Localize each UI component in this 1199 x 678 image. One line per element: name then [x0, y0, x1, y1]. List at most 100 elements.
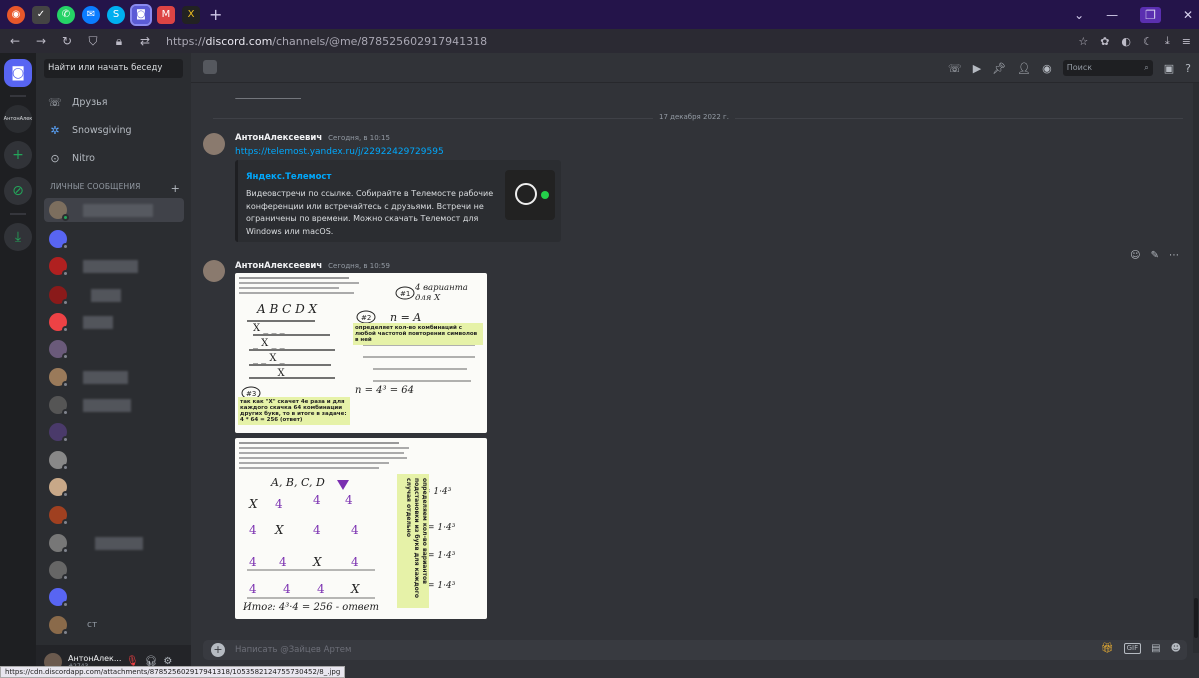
- image-attachment[interactable]: A B C D X X _ _ _ _ X _ _ _ _ X _ _ _ _ …: [235, 273, 487, 433]
- download-apps-icon[interactable]: ⤓: [4, 223, 32, 251]
- dm-item[interactable]: [44, 365, 184, 389]
- pin-icon[interactable]: 📌︎: [992, 62, 1006, 75]
- whatsapp-icon[interactable]: ✆: [57, 5, 75, 24]
- discord-icon[interactable]: ◙: [130, 3, 152, 26]
- add-friend-icon[interactable]: 👤︎: [1017, 62, 1031, 75]
- message-author[interactable]: АнтонАлексеевич: [235, 261, 322, 271]
- more-icon[interactable]: ⋯: [1169, 250, 1179, 261]
- svg-text:4: 4: [313, 523, 321, 537]
- svg-text:4: 4: [351, 523, 359, 537]
- help-icon[interactable]: ?: [1185, 62, 1191, 75]
- chat-search-input[interactable]: Поиск ⌕: [1062, 60, 1153, 76]
- svg-text:4: 4: [313, 493, 321, 507]
- dm-item[interactable]: [44, 558, 184, 582]
- address-bar: ← → ↻ ⛉ 🔒︎ ⇄ https://discord.com/channel…: [0, 29, 1199, 53]
- svg-text:#2: #2: [361, 314, 371, 322]
- reload-icon[interactable]: ↻: [56, 34, 78, 48]
- avatar[interactable]: [203, 260, 225, 282]
- message-composer[interactable]: + Написать @Зайцев Артем 🎁︎ GIF ▤ ☻: [203, 640, 1187, 660]
- dm-item[interactable]: [44, 283, 184, 307]
- message-actions: ☺ ✎ ⋯: [1130, 250, 1179, 261]
- edit-icon[interactable]: ✎: [1151, 250, 1159, 261]
- dm-item[interactable]: [44, 227, 184, 251]
- check-icon[interactable]: ✓: [32, 5, 50, 24]
- skype-icon[interactable]: S: [107, 5, 125, 24]
- sticker-icon[interactable]: ▤: [1151, 643, 1160, 654]
- message-link[interactable]: https://telemost.yandex.ru/j/22922429729…: [235, 147, 444, 157]
- gift-icon[interactable]: 🎁︎: [1101, 643, 1114, 654]
- sidebar-item-nitro[interactable]: ⊙ Nitro: [44, 147, 184, 169]
- message-author[interactable]: АнтонАлексеевич: [235, 133, 322, 143]
- download-icon[interactable]: ⤓: [1165, 34, 1170, 48]
- firefox-icon[interactable]: ◉: [7, 5, 25, 24]
- dm-item[interactable]: [44, 503, 184, 527]
- dm-name-redacted: [83, 370, 128, 384]
- new-tab-button[interactable]: +: [209, 5, 222, 24]
- gif-button[interactable]: GIF: [1123, 643, 1142, 654]
- sidebar-item-snowsgiving[interactable]: ✲ Snowsgiving: [44, 119, 184, 141]
- add-server-icon[interactable]: +: [4, 141, 32, 169]
- lock-icon[interactable]: 🔒︎: [108, 34, 130, 49]
- messenger-icon[interactable]: ✉: [82, 5, 100, 24]
- dm-item[interactable]: [44, 393, 184, 417]
- dm-item[interactable]: [44, 420, 184, 444]
- explore-icon[interactable]: ⊘: [4, 177, 32, 205]
- server-user[interactable]: АнтонАлек: [4, 105, 32, 133]
- forward-icon[interactable]: →: [30, 34, 52, 48]
- avatar: [49, 534, 69, 554]
- dm-item[interactable]: [44, 337, 184, 361]
- svg-text:X: X: [312, 555, 322, 569]
- add-reaction-icon[interactable]: ☺: [1130, 250, 1140, 261]
- avatar: [49, 313, 69, 333]
- close-icon[interactable]: ✕: [1183, 8, 1193, 22]
- image-attachment[interactable]: A, B, C, D X 4 4 4 4 X 4 4 4 4 X 4 4 4 4…: [235, 438, 487, 619]
- inbox-icon[interactable]: ▣: [1164, 62, 1174, 75]
- svg-text:= 1·4³: = 1·4³: [427, 581, 456, 591]
- telemost-logo-icon[interactable]: [505, 170, 555, 220]
- handwriting-formula: Итог: 4³·4 = 256 - ответ: [243, 602, 380, 613]
- call-icon[interactable]: ☏: [948, 62, 962, 75]
- dm-item[interactable]: [44, 475, 184, 499]
- chat-scrollbar[interactable]: [1193, 83, 1199, 653]
- x-icon[interactable]: X: [182, 5, 200, 24]
- discord-home-icon[interactable]: ◙: [4, 59, 32, 87]
- dm-item[interactable]: [44, 310, 184, 334]
- avatar: [49, 588, 69, 608]
- highlighted-note: определяет кол-во комбинаций с любой час…: [353, 323, 483, 345]
- dm-item[interactable]: [44, 254, 184, 278]
- star-icon[interactable]: ☆: [1078, 35, 1088, 48]
- upload-plus-icon[interactable]: +: [211, 643, 225, 657]
- dm-item[interactable]: [44, 448, 184, 472]
- emoji-icon[interactable]: ☻: [1171, 643, 1181, 654]
- window-controls: ⌄ — ❐ ✕: [1074, 0, 1193, 29]
- moon-icon[interactable]: ☾: [1143, 35, 1153, 48]
- chat-topbar: ☏ ▶ 📌︎ 👤︎ ◉ Поиск ⌕ ▣ ?: [191, 53, 1199, 83]
- back-icon[interactable]: ←: [4, 34, 26, 48]
- minimize-icon[interactable]: —: [1106, 8, 1118, 22]
- video-icon[interactable]: ▶: [973, 62, 981, 75]
- svg-text:4: 4: [279, 555, 287, 569]
- add-dm-button[interactable]: +: [171, 182, 180, 195]
- url-field[interactable]: https://discord.com/channels/@me/8785256…: [166, 35, 487, 48]
- avatar[interactable]: [203, 133, 225, 155]
- restore-icon[interactable]: ❐: [1140, 6, 1161, 23]
- dm-search-input[interactable]: Найти или начать беседу: [44, 59, 183, 78]
- dm-item[interactable]: [44, 531, 184, 555]
- extension-icon[interactable]: ✿: [1100, 35, 1109, 48]
- embed-title[interactable]: Яндекс.Телемост: [246, 172, 331, 182]
- dm-item[interactable]: [44, 198, 184, 222]
- gmail-icon[interactable]: M: [157, 5, 175, 24]
- permissions-icon[interactable]: ⇄: [134, 34, 156, 48]
- avatar: [203, 60, 217, 74]
- shield-icon[interactable]: ⛉: [82, 34, 104, 49]
- chevron-down-icon[interactable]: ⌄: [1074, 8, 1084, 22]
- dm-item[interactable]: ст: [44, 613, 184, 637]
- profile-icon[interactable]: ◐: [1121, 35, 1131, 48]
- profile-toggle-icon[interactable]: ◉: [1042, 62, 1052, 75]
- sidebar-item-friends[interactable]: ☏ Друзья: [44, 91, 184, 113]
- avatar: [49, 286, 69, 306]
- message-header: АнтонАлексеевич Сегодня, в 10:59: [235, 261, 390, 271]
- menu-icon[interactable]: ≡: [1182, 35, 1191, 48]
- dm-item[interactable]: [44, 585, 184, 609]
- avatar: [49, 478, 69, 498]
